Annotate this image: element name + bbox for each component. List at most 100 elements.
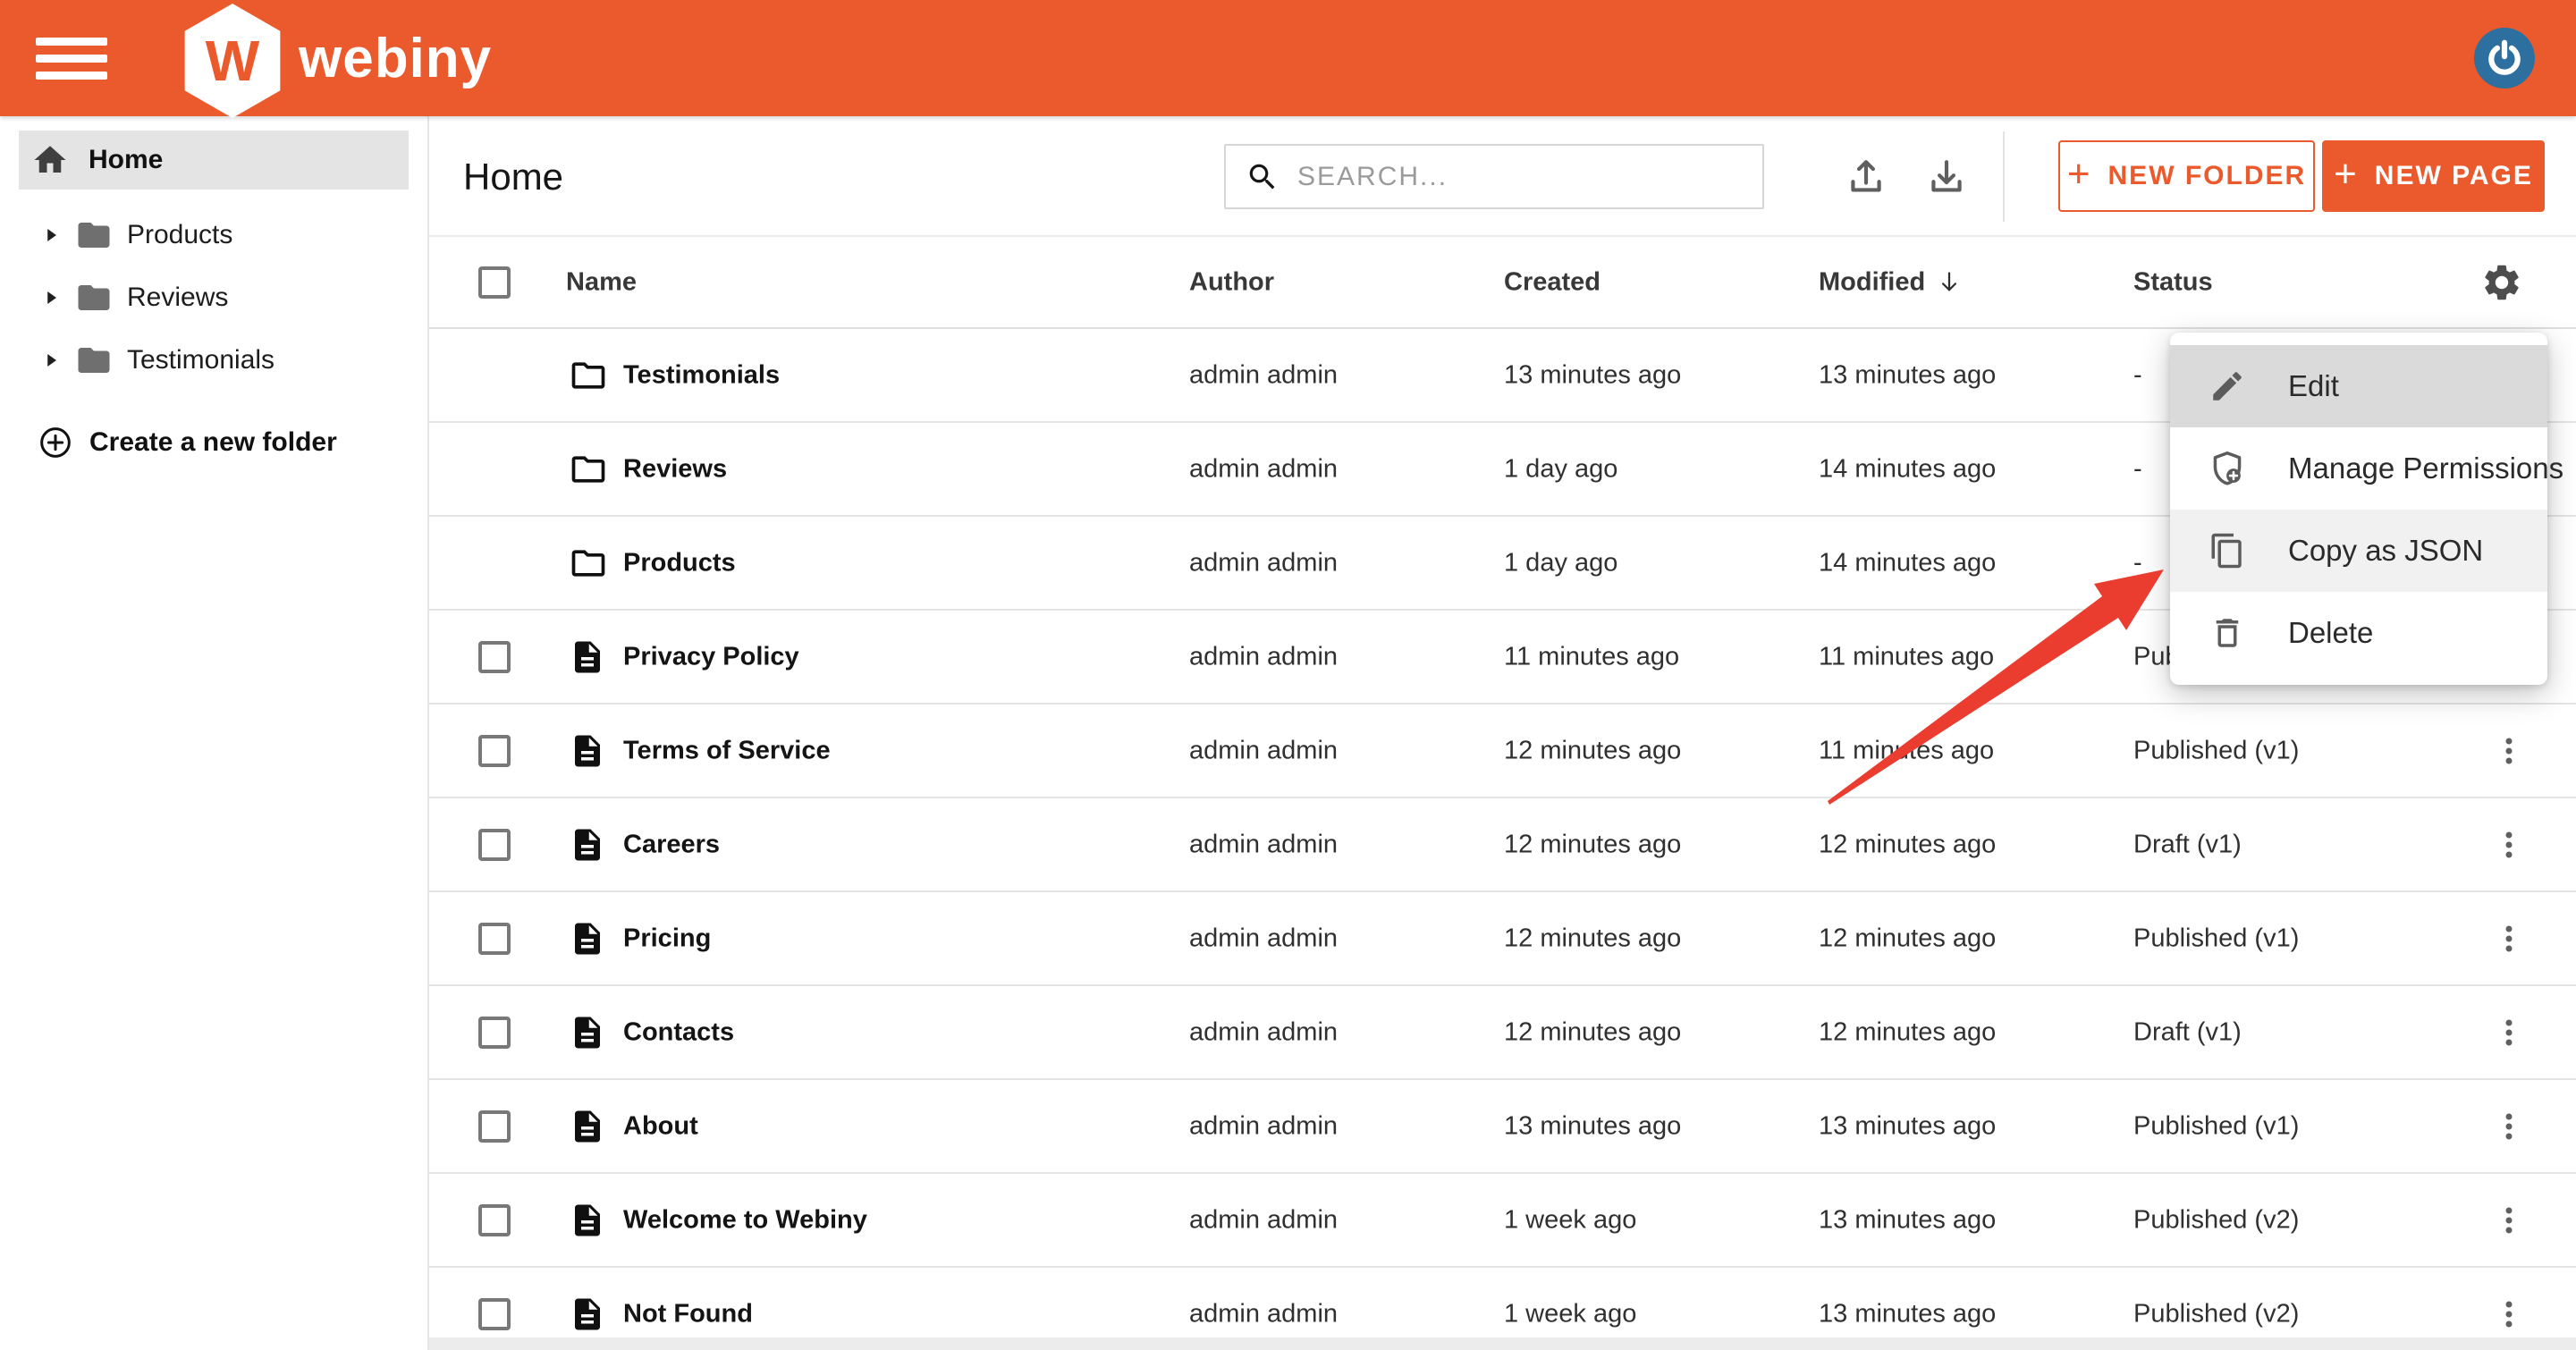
new-page-button[interactable]: + NEW PAGE: [2322, 140, 2545, 212]
row-author: admin admin: [1189, 1299, 1338, 1329]
column-header-status[interactable]: Status: [2133, 267, 2213, 297]
row-name[interactable]: About: [623, 1111, 698, 1141]
column-header-name[interactable]: Name: [566, 267, 637, 297]
search-box: [1224, 144, 1764, 209]
folder-icon: [75, 216, 113, 254]
caret-right-icon[interactable]: [39, 349, 63, 372]
row-author: admin admin: [1189, 548, 1338, 578]
row-name[interactable]: Contacts: [623, 1017, 734, 1047]
row-name[interactable]: Welcome to Webiny: [623, 1205, 867, 1235]
row-status: Published (v2): [2133, 1205, 2299, 1235]
sidebar-folder-tree: ProductsReviewsTestimonials: [0, 204, 427, 392]
sidebar-item-testimonials[interactable]: Testimonials: [0, 329, 427, 392]
sidebar-item-products[interactable]: Products: [0, 204, 427, 266]
row-actions-button[interactable]: [2491, 827, 2527, 863]
row-actions-button[interactable]: [2491, 1015, 2527, 1050]
row-checkbox[interactable]: [478, 923, 511, 955]
document-icon: [569, 826, 606, 864]
row-actions-button[interactable]: [2491, 733, 2527, 769]
menu-item-delete[interactable]: Delete: [2170, 592, 2547, 674]
row-modified: 13 minutes ago: [1819, 360, 1996, 390]
row-name[interactable]: Not Found: [623, 1299, 753, 1329]
row-checkbox[interactable]: [478, 1017, 511, 1049]
plus-circle-icon: [38, 425, 73, 460]
table-row[interactable]: Welcome to Webinyadmin admin1 week ago13…: [429, 1174, 2576, 1268]
row-modified: 13 minutes ago: [1819, 1205, 1996, 1235]
column-header-modified-label: Modified: [1819, 267, 1925, 297]
row-modified: 12 minutes ago: [1819, 830, 1996, 859]
export-pages-button[interactable]: [1921, 150, 1972, 202]
row-created: 1 week ago: [1504, 1299, 1636, 1329]
power-icon: [2485, 38, 2524, 78]
table-row[interactable]: Pricingadmin admin12 minutes ago12 minut…: [429, 892, 2576, 986]
new-folder-button[interactable]: + NEW FOLDER: [2058, 140, 2315, 212]
caret-right-icon[interactable]: [39, 224, 63, 247]
row-name[interactable]: Products: [623, 548, 736, 578]
row-checkbox[interactable]: [478, 735, 511, 767]
row-actions-button[interactable]: [2491, 1109, 2527, 1144]
user-avatar[interactable]: [2474, 28, 2535, 89]
caret-right-icon[interactable]: [39, 286, 63, 309]
row-checkbox[interactable]: [478, 1298, 511, 1330]
menu-item-edit[interactable]: Edit: [2170, 345, 2547, 427]
sidebar-item-reviews[interactable]: Reviews: [0, 266, 427, 329]
row-modified: 14 minutes ago: [1819, 454, 1996, 484]
scrollbar-track[interactable]: [429, 1337, 2576, 1350]
row-name[interactable]: Reviews: [623, 454, 727, 484]
toolbar: Home + NEW FOLDER: [429, 116, 2576, 237]
row-author: admin admin: [1189, 454, 1338, 484]
row-checkbox[interactable]: [478, 641, 511, 673]
hamburger-menu-icon[interactable]: [36, 31, 111, 85]
table-settings-button[interactable]: [2480, 261, 2523, 304]
row-name[interactable]: Privacy Policy: [623, 642, 799, 671]
row-author: admin admin: [1189, 642, 1338, 671]
row-checkbox[interactable]: [478, 1204, 511, 1236]
row-created: 12 minutes ago: [1504, 1017, 1681, 1047]
row-status: Published (v1): [2133, 1111, 2299, 1141]
sidebar-item-label: Home: [89, 145, 163, 175]
menu-item-copy-as-json[interactable]: Copy as JSON: [2170, 510, 2547, 592]
row-checkbox[interactable]: [478, 1110, 511, 1143]
column-header-author[interactable]: Author: [1189, 267, 1274, 297]
row-status: -: [2133, 454, 2142, 484]
row-status: Published (v1): [2133, 924, 2299, 953]
import-pages-button[interactable]: [1840, 150, 1892, 202]
sort-descending-icon: [1936, 269, 1963, 296]
row-actions-button[interactable]: [2491, 1202, 2527, 1238]
row-created: 12 minutes ago: [1504, 924, 1681, 953]
create-folder-label: Create a new folder: [89, 427, 337, 458]
sidebar-item-home[interactable]: Home: [19, 131, 409, 190]
brand-name: webiny: [299, 27, 492, 90]
menu-item-manage-permissions[interactable]: Manage Permissions: [2170, 427, 2547, 510]
document-icon: [569, 638, 606, 676]
webiny-logo: W webiny: [181, 0, 492, 118]
trash-icon: [2208, 614, 2247, 652]
row-actions-button[interactable]: [2491, 921, 2527, 957]
row-name[interactable]: Terms of Service: [623, 736, 831, 765]
row-status: Published (v1): [2133, 736, 2299, 765]
download-icon: [1924, 154, 1969, 198]
top-app-bar: W webiny: [0, 0, 2576, 116]
search-input[interactable]: [1297, 162, 1762, 192]
select-all-checkbox[interactable]: [478, 266, 511, 299]
create-folder-button[interactable]: Create a new folder: [0, 411, 427, 474]
row-actions-button[interactable]: [2491, 1296, 2527, 1332]
menu-item-label: Edit: [2288, 369, 2339, 403]
table-row[interactable]: Careersadmin admin12 minutes ago12 minut…: [429, 798, 2576, 892]
row-checkbox[interactable]: [478, 829, 511, 861]
table-row[interactable]: Contactsadmin admin12 minutes ago12 minu…: [429, 986, 2576, 1080]
table-row[interactable]: Terms of Serviceadmin admin12 minutes ag…: [429, 705, 2576, 798]
column-header-modified[interactable]: Modified: [1819, 267, 1963, 297]
table-row[interactable]: Aboutadmin admin13 minutes ago13 minutes…: [429, 1080, 2576, 1174]
page-title: Home: [463, 156, 563, 198]
row-name[interactable]: Pricing: [623, 924, 711, 953]
row-created: 11 minutes ago: [1504, 642, 1679, 671]
row-name[interactable]: Testimonials: [623, 360, 780, 390]
main-content: Home + NEW FOLDER: [429, 116, 2576, 1350]
document-icon: [569, 1014, 606, 1051]
row-name[interactable]: Careers: [623, 830, 720, 859]
row-created: 1 day ago: [1504, 454, 1617, 484]
column-header-created[interactable]: Created: [1504, 267, 1600, 297]
pencil-icon: [2208, 367, 2247, 405]
menu-item-label: Copy as JSON: [2288, 534, 2483, 568]
